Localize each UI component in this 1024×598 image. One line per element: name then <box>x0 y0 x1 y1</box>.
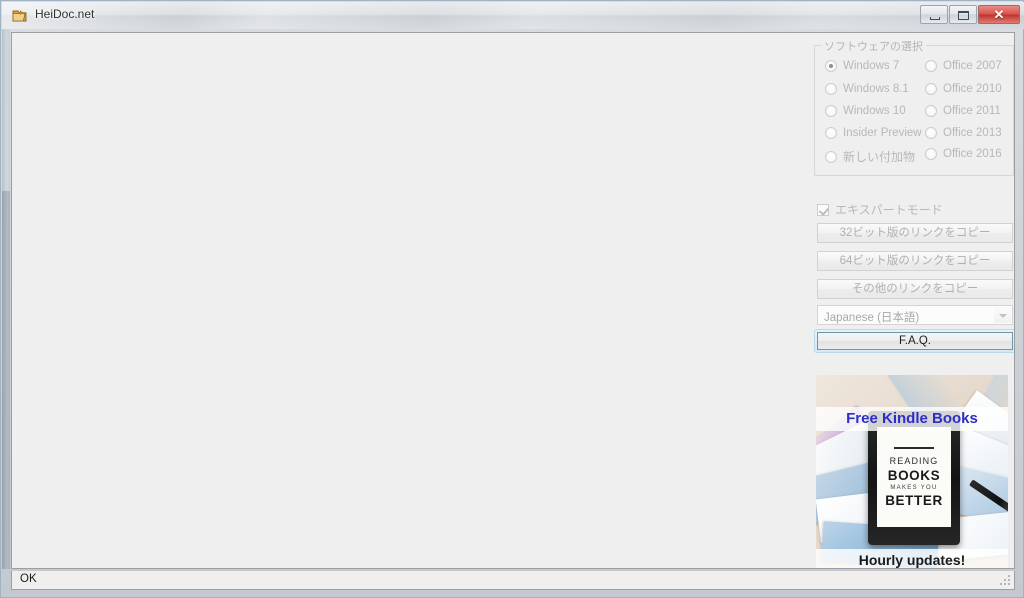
radio-label: Office 2013 <box>943 127 1002 139</box>
radio-indicator <box>825 150 837 163</box>
checkbox-indicator <box>817 203 829 216</box>
faq-button[interactable]: F.A.Q. <box>817 332 1013 350</box>
radio-indicator <box>925 105 937 117</box>
kindle-screen: READING BOOKS MAKES YOU BETTER <box>877 427 951 527</box>
radio-label: Windows 8.1 <box>843 83 909 95</box>
results-panel[interactable] <box>12 33 798 568</box>
language-selected-value: Japanese (日本語) <box>824 312 920 324</box>
expert-mode-label: エキスパートモード <box>835 203 943 217</box>
radio-indicator <box>825 60 837 72</box>
maximize-button[interactable] <box>949 5 977 24</box>
software-selection-group: ソフトウェアの選択 Windows 7 Windows 8.1 Windows … <box>814 38 1014 176</box>
radio-windows-10[interactable]: Windows 10 <box>825 105 906 117</box>
radio-label: 新しい付加物 <box>843 150 916 164</box>
status-text: OK <box>20 573 37 585</box>
radio-windows-8-1[interactable]: Windows 8.1 <box>825 83 909 95</box>
ad-headline: Free Kindle Books <box>816 407 1008 431</box>
radio-indicator <box>925 83 937 95</box>
radio-indicator <box>925 127 937 139</box>
radio-office-2011[interactable]: Office 2011 <box>925 105 1001 117</box>
application-window: HeiDoc.net ✕ ソフトウェアの選択 Windows 7 Windows… <box>0 0 1024 598</box>
radio-label: Office 2007 <box>943 60 1002 72</box>
minimize-button[interactable] <box>920 5 948 24</box>
resize-grip-icon[interactable] <box>998 573 1012 587</box>
expert-mode-checkbox[interactable]: エキスパートモード <box>817 201 943 218</box>
window-title: HeiDoc.net <box>35 7 95 21</box>
radio-label: Office 2016 <box>943 148 1002 160</box>
radio-indicator <box>825 83 837 95</box>
copy-64bit-link-button[interactable]: 64ビット版のリンクをコピー <box>817 251 1013 271</box>
client-area: ソフトウェアの選択 Windows 7 Windows 8.1 Windows … <box>11 32 1015 569</box>
radio-indicator <box>825 105 837 117</box>
copy-other-link-button[interactable]: その他のリンクをコピー <box>817 279 1013 299</box>
status-bar: OK <box>11 571 1015 590</box>
radio-label: Windows 10 <box>843 105 906 117</box>
radio-label: Office 2010 <box>943 83 1002 95</box>
radio-windows-7[interactable]: Windows 7 <box>825 60 899 72</box>
radio-office-2010[interactable]: Office 2010 <box>925 83 1002 95</box>
ad-device-line-2: BOOKS <box>887 467 941 483</box>
faq-button-focus-ring: F.A.Q. <box>814 329 1014 353</box>
divider <box>894 446 934 449</box>
software-selection-label: ソフトウェアの選択 <box>821 38 926 54</box>
radio-label: Insider Preview <box>843 127 922 139</box>
folder-icon <box>11 7 28 24</box>
chevron-down-icon[interactable] <box>994 307 1011 323</box>
window-left-edge-shadow <box>2 191 10 569</box>
ad-footer: Hourly updates! <box>816 549 1008 568</box>
close-icon: ✕ <box>993 7 1005 22</box>
ad-device-line-3: MAKES YOU <box>890 484 938 491</box>
radio-insider-preview[interactable]: Insider Preview <box>825 127 922 139</box>
kindle-device-image: READING BOOKS MAKES YOU BETTER <box>868 411 960 545</box>
ad-device-line-4: BETTER <box>885 492 943 508</box>
maximize-icon <box>958 11 969 20</box>
radio-indicator <box>925 60 937 72</box>
copy-32bit-link-button[interactable]: 32ビット版のリンクをコピー <box>817 223 1013 243</box>
radio-label: Windows 7 <box>843 60 900 72</box>
radio-indicator <box>925 148 937 160</box>
radio-office-2016[interactable]: Office 2016 <box>925 148 1002 160</box>
title-bar[interactable]: HeiDoc.net ✕ <box>2 2 1024 29</box>
close-button[interactable]: ✕ <box>978 5 1020 24</box>
minimize-icon <box>930 17 940 20</box>
ad-device-line-1: READING <box>889 455 939 466</box>
advertisement-banner[interactable]: READING BOOKS MAKES YOU BETTER Free Kind… <box>816 375 1008 568</box>
right-sidebar: ソフトウェアの選択 Windows 7 Windows 8.1 Windows … <box>802 33 1014 568</box>
language-select[interactable]: Japanese (日本語) <box>817 305 1013 325</box>
radio-new-additions[interactable]: 新しい付加物 <box>825 148 915 165</box>
radio-indicator <box>825 127 837 139</box>
radio-label: Office 2011 <box>943 105 1001 117</box>
radio-office-2013[interactable]: Office 2013 <box>925 127 1002 139</box>
radio-office-2007[interactable]: Office 2007 <box>925 60 1002 72</box>
